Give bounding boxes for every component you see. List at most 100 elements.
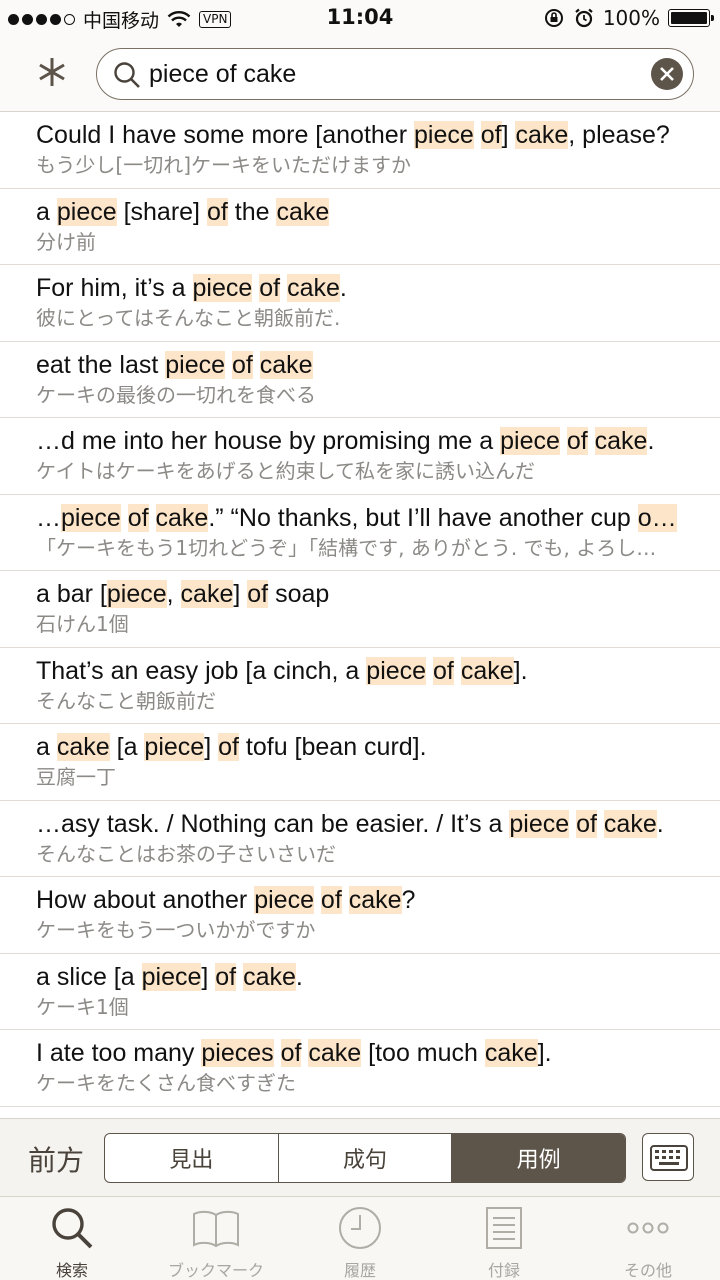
results-list: Could I have some more [another piece of… <box>0 112 720 1118</box>
text-segment: ? <box>401 886 416 914</box>
highlighted-term: of <box>320 886 342 914</box>
japanese-translation: そんなことはお茶の子さいさいだ <box>36 841 336 866</box>
highlighted-term: cake <box>259 350 313 379</box>
segment-phrases[interactable]: 成句 <box>279 1134 453 1182</box>
text-segment <box>121 504 128 532</box>
japanese-translation: 石けん1個 <box>36 612 129 636</box>
highlighted-term: piece <box>413 121 474 149</box>
text-segment: Could I have some more [another <box>36 121 414 149</box>
highlighted-term: of <box>576 809 597 838</box>
result-row[interactable]: a bar [piece, cake] of soap 石けん1個 <box>0 571 720 648</box>
text-segment <box>274 1039 281 1067</box>
tab-label: 付録 <box>487 1261 520 1280</box>
japanese-translation: ケーキの最後の一切れを食べる <box>36 382 316 407</box>
text-segment: a slice [a <box>36 962 142 991</box>
text-segment: the <box>227 197 277 226</box>
text-segment: … <box>36 503 61 532</box>
text-segment: That’s an easy job [a cinch, a <box>36 656 367 685</box>
japanese-translation: 「ケーキをもう1切れどうぞ」「結構です, ありがとう. でも, よろし… <box>36 535 657 560</box>
result-row[interactable]: How about another piece of cake? ケーキをもう一つ… <box>0 877 720 954</box>
highlighted-term: cake <box>243 962 296 991</box>
tab-search[interactable]: 検索 <box>0 1197 144 1280</box>
tab-bookmark[interactable]: ブックマーク <box>144 1197 288 1280</box>
highlighted-term: cake <box>155 503 209 532</box>
search-type-segmented-control: 見出 成句 用例 <box>104 1133 626 1183</box>
english-example: a bar [piece, cake] of soap <box>36 578 716 610</box>
text-segment: . <box>656 809 664 838</box>
text-segment: soap <box>268 580 330 608</box>
asterisk-icon <box>39 58 65 86</box>
tab-appendix[interactable]: 付録 <box>432 1197 576 1280</box>
english-example: a cake [a piece] of tofu [bean curd]. <box>36 731 716 763</box>
text-segment: , please? <box>568 121 670 149</box>
result-row[interactable]: …piece of cake.” “No thanks, but I’ll ha… <box>0 495 720 571</box>
tab-label: ブックマーク <box>167 1261 264 1280</box>
highlighted-term: piece <box>500 427 560 455</box>
result-row[interactable]: a piece [share] of the cake 分け前 <box>0 189 720 265</box>
segment-examples[interactable]: 用例 <box>452 1134 625 1182</box>
result-row[interactable]: eat the last piece of cake ケーキの最後の一切れを食べる <box>0 342 720 418</box>
match-mode-button[interactable]: 前方 <box>28 1139 84 1179</box>
japanese-translation: そんなこと朝飯前だ <box>36 688 216 713</box>
japanese-translation: ケーキ1個 <box>36 994 129 1019</box>
result-row[interactable]: Could I have some more [another piece of… <box>0 112 720 189</box>
result-row[interactable]: a cake [a piece] of tofu [bean curd]. 豆腐一… <box>0 724 720 801</box>
segment-headwords[interactable]: 見出 <box>105 1134 279 1182</box>
japanese-translation: もう少し[一切れ]ケーキをいただけますか <box>36 153 412 177</box>
search-icon <box>114 62 140 88</box>
tab-history[interactable]: 履歴 <box>288 1197 432 1280</box>
highlighted-term: cake <box>603 809 657 838</box>
keyboard-button[interactable] <box>642 1133 694 1181</box>
text-segment: .” “No thanks, but I’ll have another cup <box>208 503 638 532</box>
japanese-translation: 分け前 <box>36 229 96 254</box>
highlighted-term: piece <box>192 274 253 302</box>
text-segment: . <box>647 427 655 455</box>
result-row[interactable]: That’s an easy job [a cinch, a piece of … <box>0 648 720 724</box>
battery-icon <box>668 9 714 27</box>
status-right: 100% <box>543 6 714 30</box>
highlighted-term: cake <box>287 274 340 302</box>
search-header <box>0 36 720 112</box>
text-segment <box>314 886 321 914</box>
text-segment <box>253 351 260 379</box>
highlighted-term: cake <box>515 121 569 149</box>
text-segment <box>426 657 433 685</box>
text-segment: [share] <box>116 197 207 226</box>
highlighted-term: of <box>566 427 588 455</box>
highlighted-term: o… <box>637 503 677 532</box>
wildcard-button[interactable] <box>32 50 72 94</box>
search-input[interactable] <box>149 57 619 91</box>
text-segment: …d me into her house by promising me a <box>36 427 501 455</box>
result-row[interactable]: …d me into her house by promising me a p… <box>0 418 720 495</box>
highlighted-term: piece <box>254 886 314 914</box>
result-row[interactable]: For him, it’s a piece of cake. 彼にとってはそんなこ… <box>0 265 720 342</box>
english-example: How about another piece of cake? <box>36 884 716 916</box>
english-example: …asy task. / Nothing can be easier. / It… <box>36 808 716 840</box>
clear-search-button[interactable] <box>651 58 683 90</box>
result-row[interactable]: a slice [a piece] of cake. ケーキ1個 <box>0 954 720 1030</box>
text-segment: a <box>36 733 57 761</box>
search-icon <box>52 1208 93 1249</box>
status-bar: 中国移动 VPN 11:04 100% <box>0 0 720 36</box>
result-row[interactable]: …asy task. / Nothing can be easier. / It… <box>0 801 720 877</box>
english-example: I ate too many pieces of cake [too much … <box>36 1037 716 1069</box>
japanese-translation: ケイトはケーキをあげると約束して私を家に誘い込んだ <box>36 459 535 483</box>
text-segment <box>225 351 232 379</box>
text-segment: How about another <box>36 886 255 914</box>
highlighted-term: piece <box>366 656 427 685</box>
highlighted-term: of <box>218 733 239 761</box>
search-box[interactable] <box>96 48 694 100</box>
text-segment <box>474 121 481 149</box>
english-example: That’s an easy job [a cinch, a piece of … <box>36 655 716 687</box>
tab-more[interactable]: その他 <box>576 1197 720 1280</box>
highlighted-term: of <box>259 274 281 302</box>
english-example: eat the last piece of cake <box>36 349 716 381</box>
text-segment: eat the last <box>36 350 166 379</box>
highlighted-term: piece <box>144 733 205 761</box>
text-segment: ] <box>233 580 248 608</box>
more-icon <box>627 1222 669 1234</box>
highlighted-term: of <box>127 503 149 532</box>
highlighted-term: cake <box>594 427 648 455</box>
text-segment: [too much <box>361 1039 485 1067</box>
result-row[interactable]: I ate too many pieces of cake [too much … <box>0 1030 720 1107</box>
